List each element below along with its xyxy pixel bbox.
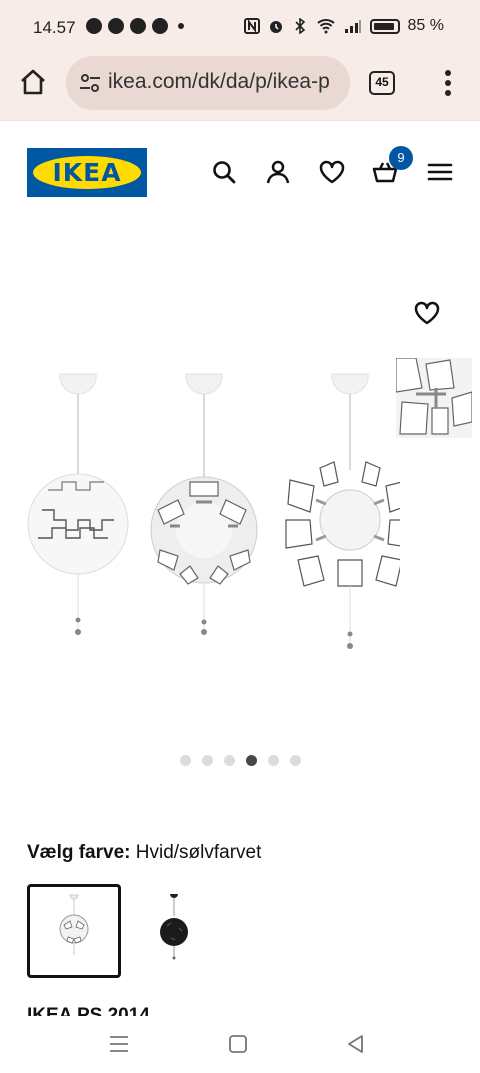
carousel-indicator[interactable] (180, 755, 301, 766)
carousel-dot[interactable] (202, 755, 213, 766)
site-settings-icon[interactable] (78, 71, 102, 95)
tab-switcher-button[interactable]: 45 (369, 71, 395, 95)
system-icons: 85 % (243, 17, 444, 35)
signal-icon (344, 20, 361, 33)
color-option-white-silver[interactable] (27, 884, 121, 978)
selected-color-value: Hvid/sølvfarvet (135, 842, 262, 863)
lamp-closed (27, 373, 129, 635)
home-icon[interactable] (18, 67, 48, 97)
carousel-dot[interactable] (268, 755, 279, 766)
url-text[interactable]: ikea.com/dk/da/p/ikea-p (108, 70, 344, 94)
carousel-dot[interactable] (180, 755, 191, 766)
notification-icons (86, 18, 184, 34)
heart-icon[interactable] (318, 158, 346, 186)
product-image[interactable] (20, 370, 400, 660)
next-image-preview[interactable] (396, 358, 472, 438)
bluetooth-icon (294, 18, 305, 34)
home-button-icon[interactable] (227, 1034, 249, 1054)
more-notifications-icon (178, 23, 184, 29)
nfc-icon (243, 18, 260, 34)
ikea-logo[interactable]: IKEA (27, 148, 147, 197)
color-selector-label: Vælg farve: Hvid/sølvfarvet (27, 842, 261, 864)
status-bar: 14.57 85 % (0, 0, 480, 56)
color-label-prefix: Vælg farve: (27, 842, 131, 863)
pinterest-icon (130, 18, 146, 34)
battery-percent: 85 % (407, 17, 444, 34)
lamp-half-open (150, 373, 258, 635)
carousel-dot[interactable] (246, 755, 257, 766)
wifi-icon (316, 19, 335, 34)
pinterest-icon (152, 18, 168, 34)
user-icon[interactable] (264, 158, 292, 186)
facebook-icon (86, 18, 102, 34)
status-time: 14.57 (33, 18, 76, 37)
carousel-dot[interactable] (224, 755, 235, 766)
back-icon[interactable] (345, 1034, 367, 1054)
address-bar[interactable]: ikea.com/dk/da/p/ikea-p (66, 56, 350, 110)
save-to-wishlist-icon[interactable] (413, 299, 441, 327)
divider (0, 120, 480, 121)
recent-apps-icon[interactable] (108, 1034, 130, 1054)
cart-count-badge: 9 (389, 146, 413, 170)
color-option-black[interactable] (127, 884, 221, 978)
search-icon[interactable] (210, 158, 238, 186)
lamp-open (285, 373, 400, 649)
product-title: IKEA PS 2014 (27, 1005, 150, 1016)
alarm-icon (269, 21, 282, 33)
browser-toolbar: ikea.com/dk/da/p/ikea-p 45 (0, 56, 480, 120)
carousel-dot[interactable] (290, 755, 301, 766)
facebook-icon (108, 18, 124, 34)
overflow-menu-icon[interactable] (438, 68, 458, 98)
hamburger-menu-icon[interactable] (426, 158, 454, 186)
battery-icon (369, 18, 400, 34)
system-navigation-bar (0, 1016, 480, 1073)
